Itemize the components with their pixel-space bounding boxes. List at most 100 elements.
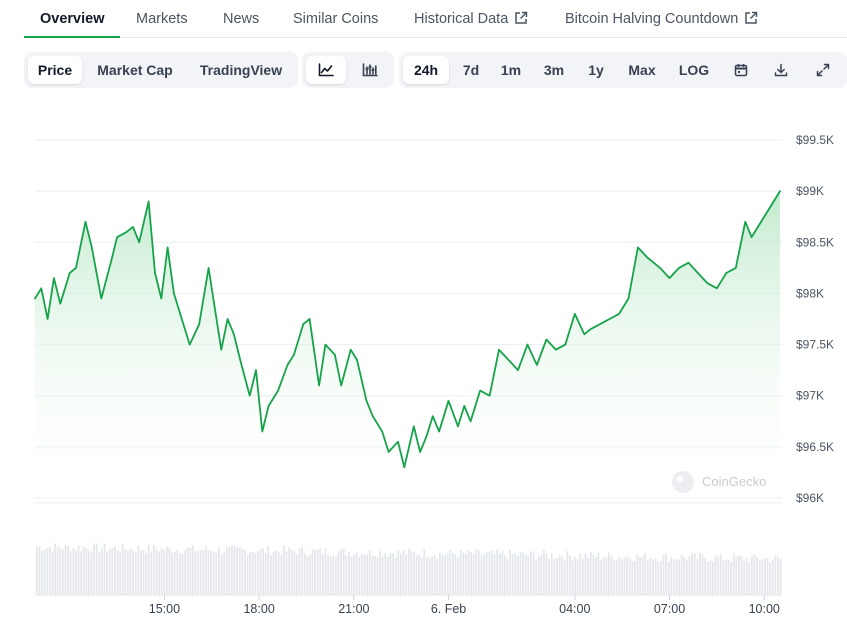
price-chart[interactable]: $99.5K $99K $98.5K $98K $97.5K $97K $96.5K $96K… — [0, 95, 847, 630]
price-point — [214, 308, 216, 310]
volume-bar — [665, 553, 667, 595]
coingecko-logo-eye — [676, 475, 684, 483]
tab-bitcoin-halving-countdown[interactable]: Bitcoin Halving Countdown — [565, 0, 758, 38]
volume-bar — [127, 551, 129, 595]
price-point — [545, 338, 547, 340]
price-point — [526, 343, 528, 345]
volume-bar — [683, 557, 686, 595]
volume-bar — [51, 551, 54, 595]
volume-bar — [493, 553, 496, 595]
volume-bar — [439, 552, 441, 595]
download-button[interactable] — [765, 56, 797, 84]
volume-bar — [231, 545, 233, 595]
price-point — [84, 221, 86, 223]
volume-bar — [691, 553, 693, 595]
volume-bar — [595, 557, 597, 595]
line-chart-button[interactable] — [306, 56, 346, 84]
volume-bar — [340, 548, 342, 595]
volume-bar — [298, 548, 301, 595]
volume-bar — [413, 551, 415, 595]
range-3m-button[interactable]: 3m — [535, 56, 573, 84]
tab-news[interactable]: News — [223, 0, 259, 38]
volume-bar — [506, 558, 509, 595]
tradingview-button[interactable]: TradingView — [188, 56, 294, 84]
range-max-button[interactable]: Max — [619, 56, 665, 84]
fullscreen-button[interactable] — [807, 56, 839, 84]
volume-bar — [207, 550, 210, 595]
volume-bar — [576, 558, 579, 595]
volume-bar — [725, 559, 727, 595]
price-point — [627, 297, 629, 299]
tab-historical-data[interactable]: Historical Data — [414, 0, 528, 38]
tab-markets[interactable]: Markets — [136, 0, 188, 38]
volume-bar — [693, 553, 696, 595]
range-24h-button[interactable]: 24h — [403, 56, 449, 84]
range-7d-button[interactable]: 7d — [453, 56, 489, 84]
range-1y-button[interactable]: 1y — [579, 56, 613, 84]
volume-bar — [478, 550, 480, 595]
volume-bar — [462, 552, 465, 595]
volume-bar — [236, 546, 238, 595]
volume-bar — [397, 550, 400, 595]
volume-bar — [186, 547, 189, 595]
volume-bar — [727, 559, 730, 595]
price-point — [697, 272, 699, 274]
volume-bar — [649, 557, 652, 595]
price-point — [207, 267, 209, 269]
price-point — [277, 389, 279, 391]
volume-bar — [75, 550, 77, 595]
volume-bar — [387, 556, 389, 595]
volume-bar — [444, 554, 446, 595]
candlestick-chart-button[interactable] — [350, 56, 390, 84]
volume-bar — [509, 549, 511, 595]
price-point — [198, 323, 200, 325]
volume-bar — [88, 551, 90, 595]
volume-bar — [670, 556, 673, 595]
calendar-icon — [734, 64, 748, 77]
volume-bar — [569, 555, 571, 595]
price-point — [166, 246, 168, 248]
volume-bar — [228, 546, 231, 595]
log-scale-button[interactable]: LOG — [671, 56, 717, 84]
volume-bar — [267, 546, 270, 595]
volume-bar — [147, 544, 150, 595]
volume-bar — [241, 548, 244, 595]
volume-bar — [743, 560, 745, 595]
price-point — [160, 297, 162, 299]
price-point — [53, 277, 55, 279]
volume-bar — [485, 552, 488, 595]
volume-bar — [114, 546, 116, 595]
price-point — [46, 318, 48, 320]
tab-similar-coins[interactable]: Similar Coins — [293, 0, 378, 38]
price-point — [599, 323, 601, 325]
tab-overview[interactable]: Overview — [40, 0, 105, 38]
range-1m-button[interactable]: 1m — [493, 56, 529, 84]
volume-bar — [405, 554, 407, 595]
volume-bar — [771, 560, 774, 595]
market-cap-button[interactable]: Market Cap — [88, 56, 182, 84]
volume-bar — [210, 550, 212, 595]
volume-bar — [600, 559, 602, 595]
volume-bar — [293, 551, 296, 595]
volume-bar — [610, 555, 613, 595]
volume-bar — [584, 553, 587, 595]
volume-bar — [428, 557, 431, 595]
volume-bar — [517, 555, 519, 595]
price-point — [608, 318, 610, 320]
volume-bar — [335, 556, 337, 595]
volume-bar — [371, 556, 374, 595]
volume-bar — [556, 558, 558, 595]
volume-bar — [402, 550, 405, 595]
volume-bar — [548, 558, 550, 595]
volume-bar — [483, 554, 485, 595]
date-range-button[interactable] — [725, 56, 757, 84]
volume-bar — [153, 545, 155, 595]
volume-bar — [322, 554, 324, 595]
price-point — [498, 349, 500, 351]
price-point — [173, 292, 175, 294]
price-point — [267, 405, 269, 407]
volume-bar — [501, 551, 504, 595]
price-button[interactable]: Price — [28, 56, 82, 84]
price-point — [646, 256, 648, 258]
volume-bar — [748, 562, 751, 595]
